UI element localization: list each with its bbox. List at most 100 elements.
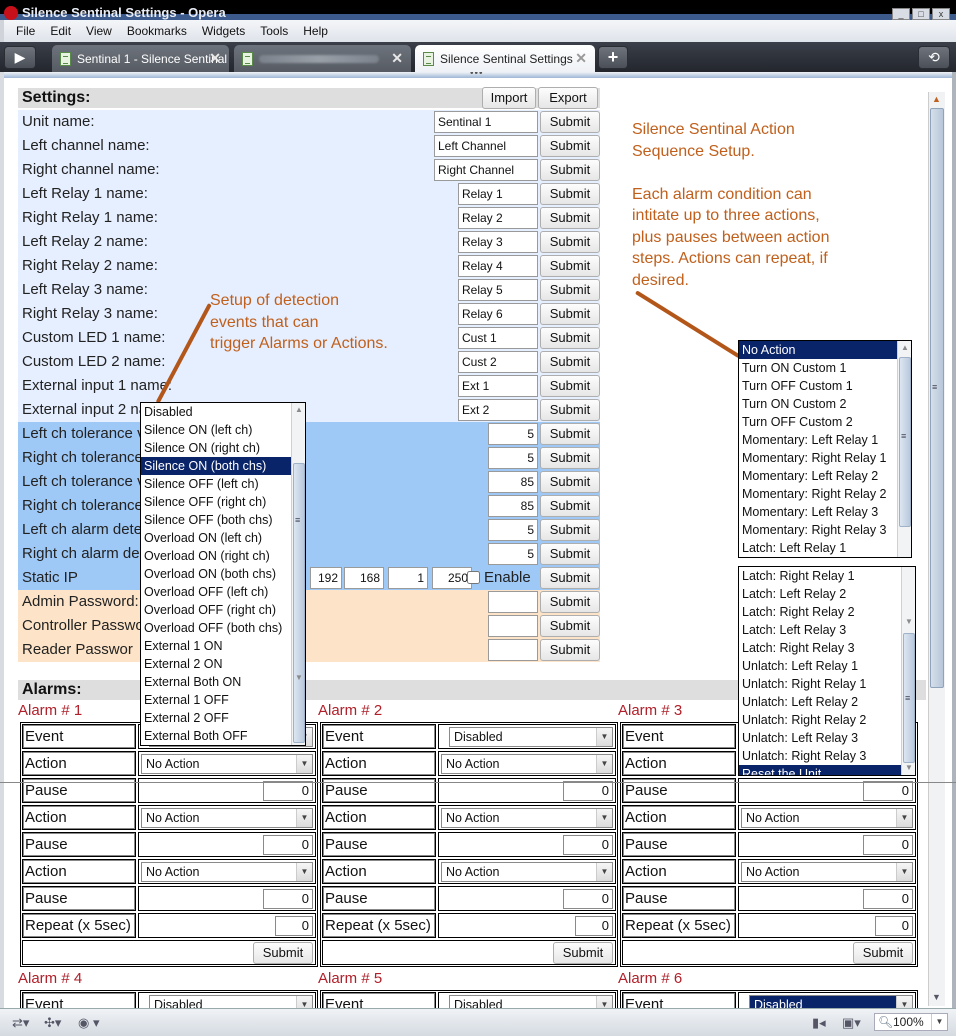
chevron-down-icon[interactable]: ▼: [596, 809, 612, 827]
dropdown-option[interactable]: Latch: Left Relay 1: [739, 539, 911, 557]
close-tab-icon[interactable]: ✕: [391, 50, 403, 67]
page-scrollbar[interactable]: ▲ ≡ ▼: [928, 92, 945, 1006]
action-dropdown-list-lower[interactable]: Latch: Right Relay 1 Latch: Left Relay 2L…: [738, 566, 916, 776]
pause-input[interactable]: 0: [863, 781, 913, 801]
setting-input[interactable]: [458, 399, 538, 421]
setting-input[interactable]: [458, 255, 538, 277]
tab-blurred[interactable]: ✕: [234, 45, 411, 72]
dropdown-option[interactable]: Unlatch: Right Relay 1: [739, 675, 915, 693]
submit-button[interactable]: Submit: [540, 471, 600, 493]
action-list-scrollbar-lower[interactable]: ▼ ≡ ▼: [901, 567, 915, 775]
submit-button[interactable]: Submit: [540, 495, 600, 517]
pause-input[interactable]: 0: [263, 835, 313, 855]
dropdown-option[interactable]: Latch: Right Relay 2: [739, 603, 915, 621]
repeat-input[interactable]: 0: [875, 916, 913, 936]
setting-input[interactable]: [434, 111, 538, 133]
enable-checkbox[interactable]: [467, 571, 480, 584]
dropdown-option[interactable]: Reset the Unit: [739, 765, 915, 775]
setting-input[interactable]: [458, 303, 538, 325]
dropdown-option[interactable]: External 2 OFF: [141, 709, 305, 727]
repeat-input[interactable]: 0: [575, 916, 613, 936]
dropdown-option[interactable]: Silence ON (both chs): [141, 457, 305, 475]
password-input[interactable]: [488, 591, 538, 613]
action-select[interactable]: No Action ▼: [141, 808, 313, 828]
action-select[interactable]: No Action ▼: [741, 808, 913, 828]
dropdown-option[interactable]: External 2 ON: [141, 655, 305, 673]
submit-button[interactable]: Submit: [540, 279, 600, 301]
dropdown-option[interactable]: Silence ON (left ch): [141, 421, 305, 439]
event-select[interactable]: Disabled ▼: [149, 995, 313, 1008]
chevron-down-icon[interactable]: ▼: [296, 809, 312, 827]
pause-input[interactable]: 0: [563, 889, 613, 909]
submit-button[interactable]: Submit: [540, 303, 600, 325]
submit-button[interactable]: Submit: [540, 423, 600, 445]
dropdown-option[interactable]: Overload OFF (left ch): [141, 583, 305, 601]
submit-button[interactable]: Submit: [540, 567, 600, 589]
scroll-down-icon[interactable]: ▼: [905, 617, 913, 626]
chevron-down-icon[interactable]: ▼: [296, 863, 312, 881]
dropdown-option[interactable]: Overload ON (left ch): [141, 529, 305, 547]
close-tab-icon[interactable]: ✕: [575, 50, 587, 67]
setting-input[interactable]: [488, 519, 538, 541]
alarm-submit-button[interactable]: Submit: [853, 942, 913, 964]
event-list-scrollbar[interactable]: ▲ ≡ ▼: [291, 403, 305, 745]
chevron-down-icon[interactable]: ▼: [296, 755, 312, 773]
dropdown-option[interactable]: Momentary: Left Relay 2: [739, 467, 911, 485]
dropdown-option[interactable]: Overload ON (right ch): [141, 547, 305, 565]
setting-input[interactable]: [434, 159, 538, 181]
dropdown-option[interactable]: Unlatch: Left Relay 1: [739, 657, 915, 675]
import-button[interactable]: Import: [482, 87, 536, 109]
event-select[interactable]: Disabled ▼: [749, 995, 913, 1008]
submit-button[interactable]: Submit: [540, 639, 600, 661]
password-input[interactable]: [488, 639, 538, 661]
turbo-icon[interactable]: ◉ ▾: [78, 1015, 99, 1031]
setting-input[interactable]: [434, 135, 538, 157]
scroll-up-icon[interactable]: ▲: [932, 94, 941, 104]
ip-octet-input[interactable]: [388, 567, 428, 589]
menu-bookmarks[interactable]: Bookmarks: [121, 24, 196, 38]
menu-file[interactable]: File: [10, 24, 44, 38]
panel-toggle-button[interactable]: ▶: [4, 46, 36, 69]
setting-input[interactable]: [488, 423, 538, 445]
chevron-down-icon[interactable]: ▼: [596, 728, 612, 746]
menu-tools[interactable]: Tools: [254, 24, 297, 38]
submit-button[interactable]: Submit: [540, 351, 600, 373]
dropdown-option[interactable]: Turn OFF Custom 2: [739, 413, 911, 431]
dropdown-option[interactable]: Momentary: Right Relay 3: [739, 521, 911, 539]
ip-octet-input[interactable]: [344, 567, 384, 589]
closed-tabs-button[interactable]: ⟲: [918, 46, 950, 69]
dropdown-option[interactable]: External 1 OFF: [141, 691, 305, 709]
menu-widgets[interactable]: Widgets: [196, 24, 254, 38]
page-scrollbar-thumb[interactable]: [930, 108, 944, 688]
dropdown-option[interactable]: Momentary: Right Relay 1: [739, 449, 911, 467]
submit-button[interactable]: Submit: [540, 399, 600, 421]
new-tab-button[interactable]: +: [598, 46, 628, 69]
submit-button[interactable]: Submit: [540, 591, 600, 613]
dropdown-option[interactable]: Silence OFF (both chs): [141, 511, 305, 529]
ip-octet-input[interactable]: [432, 567, 472, 589]
submit-button[interactable]: Submit: [540, 255, 600, 277]
submit-button[interactable]: Submit: [540, 615, 600, 637]
action-dropdown-list[interactable]: No Action Turn ON Custom 1 Turn OFF Custom…: [738, 340, 912, 558]
dropdown-option[interactable]: Latch: Right Relay 3: [739, 639, 915, 657]
scroll-down-icon[interactable]: ▼: [295, 673, 303, 682]
dropdown-option[interactable]: Disabled: [141, 403, 305, 421]
scroll-down-icon[interactable]: ▼: [905, 763, 913, 772]
maximize-button[interactable]: □: [912, 8, 930, 20]
event-dropdown-list[interactable]: Disabled Silence ON (left ch) Silence ON (…: [140, 402, 306, 746]
dropdown-option[interactable]: Silence OFF (left ch): [141, 475, 305, 493]
setting-input[interactable]: [488, 471, 538, 493]
action-select[interactable]: No Action ▼: [441, 808, 613, 828]
alarm-submit-button[interactable]: Submit: [553, 942, 613, 964]
dropdown-option[interactable]: Latch: Left Relay 3: [739, 621, 915, 639]
dropdown-option[interactable]: Unlatch: Right Relay 2: [739, 711, 915, 729]
password-input[interactable]: [488, 615, 538, 637]
dropdown-option[interactable]: No Action: [739, 341, 911, 359]
setting-input[interactable]: [458, 351, 538, 373]
setting-input[interactable]: [488, 543, 538, 565]
chevron-down-icon[interactable]: ▼: [896, 996, 912, 1008]
export-button[interactable]: Export: [538, 87, 598, 109]
action-select[interactable]: No Action ▼: [741, 862, 913, 882]
submit-button[interactable]: Submit: [540, 375, 600, 397]
dropdown-option[interactable]: External 1 ON: [141, 637, 305, 655]
